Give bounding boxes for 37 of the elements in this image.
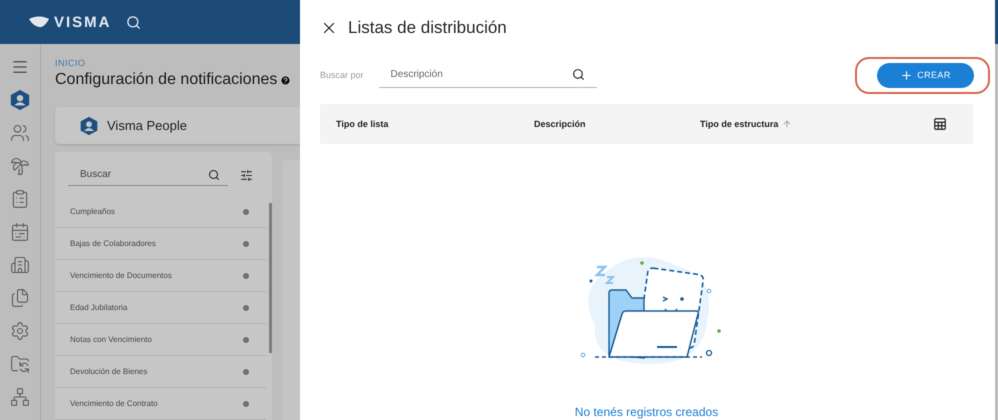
search-icon[interactable] bbox=[572, 68, 585, 81]
settings-icon[interactable] bbox=[9, 320, 31, 342]
folder-sync-icon[interactable] bbox=[9, 353, 31, 375]
search-label: Buscar por bbox=[320, 70, 364, 80]
help-icon[interactable] bbox=[280, 74, 292, 86]
product-name: Visma People bbox=[107, 118, 187, 133]
column-header[interactable]: Tipo de lista bbox=[336, 119, 534, 129]
spreadsheet-icon[interactable] bbox=[933, 117, 947, 131]
logo-icon bbox=[28, 16, 50, 28]
users-icon[interactable] bbox=[9, 122, 31, 144]
notification-item[interactable]: Vencimiento de Contrato bbox=[55, 388, 266, 420]
search-field[interactable]: Buscar bbox=[78, 168, 192, 181]
plus-icon bbox=[900, 68, 914, 82]
notification-item[interactable]: Edad Jubilatoria bbox=[55, 292, 266, 324]
create-button[interactable]: CREAR bbox=[877, 62, 974, 88]
scrollbar[interactable] bbox=[269, 203, 272, 353]
calendar-icon[interactable] bbox=[9, 221, 31, 243]
network-icon[interactable] bbox=[9, 386, 31, 408]
search-icon[interactable] bbox=[126, 14, 141, 30]
user-hexagon-icon bbox=[79, 116, 99, 136]
sort-arrow-icon[interactable] bbox=[782, 119, 792, 129]
notification-item[interactable]: Vencimiento de Documentos bbox=[55, 260, 266, 292]
filter-icon[interactable] bbox=[240, 168, 253, 182]
notification-item[interactable]: Cumpleaños bbox=[55, 196, 266, 228]
column-header[interactable]: Tipo de estructura bbox=[700, 119, 933, 129]
column-header[interactable]: Descripción bbox=[534, 119, 700, 129]
search-icon[interactable] bbox=[208, 168, 220, 180]
notification-item[interactable]: Notas con Vencimiento bbox=[55, 324, 266, 356]
building-icon[interactable] bbox=[9, 254, 31, 276]
logo-text: VISMA bbox=[54, 14, 112, 30]
palm-tree-icon[interactable] bbox=[9, 155, 31, 177]
notification-item[interactable]: Devolución de Bienes bbox=[55, 356, 266, 388]
page-title: Configuración de notificaciones bbox=[55, 71, 278, 89]
empty-message: No tenés registros creados bbox=[574, 405, 718, 419]
drawer-title: Listas de distribución bbox=[348, 18, 507, 38]
notification-item[interactable]: Bajas de Colaboradores bbox=[55, 228, 266, 260]
documents-icon[interactable] bbox=[9, 287, 31, 309]
